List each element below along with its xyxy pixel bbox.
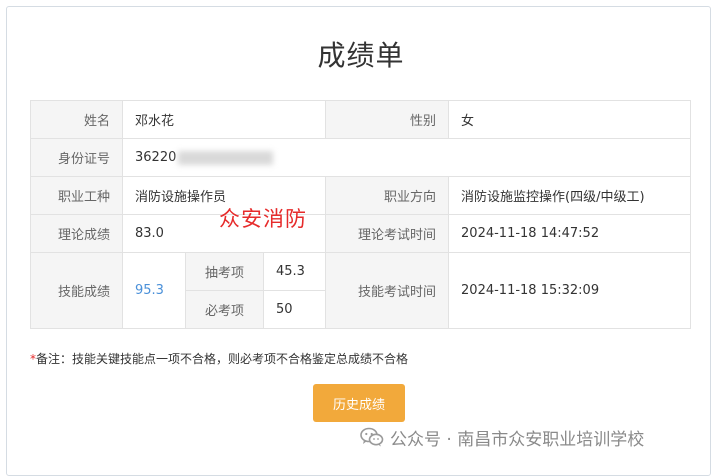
table-row: 理论成绩 83.0 理论考试时间 2024-11-18 14:47:52 — [30, 214, 692, 253]
skill-time-label: 技能考试时间 — [325, 252, 450, 329]
direction-value: 消防设施监控操作(四级/中级工) — [448, 176, 692, 215]
skill-time-value: 2024-11-18 15:32:09 — [448, 252, 692, 329]
wechat-watermark-text: 公众号 · 南昌市众安职业培训学校 — [390, 429, 645, 450]
id-redaction — [178, 150, 274, 165]
theory-time-value: 2024-11-18 14:47:52 — [448, 214, 692, 253]
table-row: 技能成绩 95.3 抽考项 45.3 技能考试时间 2024-11-18 15:… — [30, 252, 692, 329]
id-label: 身份证号 — [30, 138, 123, 177]
occupation-value: 消防设施操作员 — [121, 176, 327, 215]
id-value-cell: 36220 — [121, 138, 692, 177]
transcript-table: 姓名 邓水花 性别 女 身份证号 36220 职业工种 消防设施操作员 职业方向… — [30, 100, 692, 329]
table-row: 姓名 邓水花 性别 女 — [30, 100, 692, 139]
skill-score-label: 技能成绩 — [30, 252, 123, 329]
remark-text: 备注：技能关键技能点一项不合格，则必考项不合格鉴定总成绩不合格 — [36, 352, 409, 366]
name-value: 邓水花 — [121, 100, 327, 139]
required-item-value: 50 — [262, 290, 327, 329]
wechat-icon — [360, 427, 384, 447]
theory-score-value: 83.0 — [121, 214, 327, 253]
table-row: 身份证号 36220 — [30, 138, 692, 177]
history-scores-button[interactable]: 历史成绩 — [313, 384, 405, 422]
wechat-watermark: 公众号 · 南昌市众安职业培训学校 — [360, 424, 644, 450]
table-row: 职业工种 消防设施操作员 职业方向 消防设施监控操作(四级/中级工) — [30, 176, 692, 215]
required-item-label: 必考项 — [185, 290, 264, 329]
gender-label: 性别 — [325, 100, 450, 139]
name-label: 姓名 — [30, 100, 123, 139]
id-value: 36220 — [135, 150, 177, 165]
sample-item-label: 抽考项 — [185, 252, 264, 291]
occupation-label: 职业工种 — [30, 176, 123, 215]
direction-label: 职业方向 — [325, 176, 450, 215]
gender-value: 女 — [448, 100, 692, 139]
theory-time-label: 理论考试时间 — [325, 214, 450, 253]
skill-score-value: 95.3 — [122, 252, 186, 329]
theory-score-label: 理论成绩 — [30, 214, 123, 253]
page-title: 成绩单 — [317, 39, 405, 72]
sample-item-value: 45.3 — [262, 252, 327, 291]
remark-note: *备注：技能关键技能点一项不合格，则必考项不合格鉴定总成绩不合格 — [30, 350, 408, 367]
